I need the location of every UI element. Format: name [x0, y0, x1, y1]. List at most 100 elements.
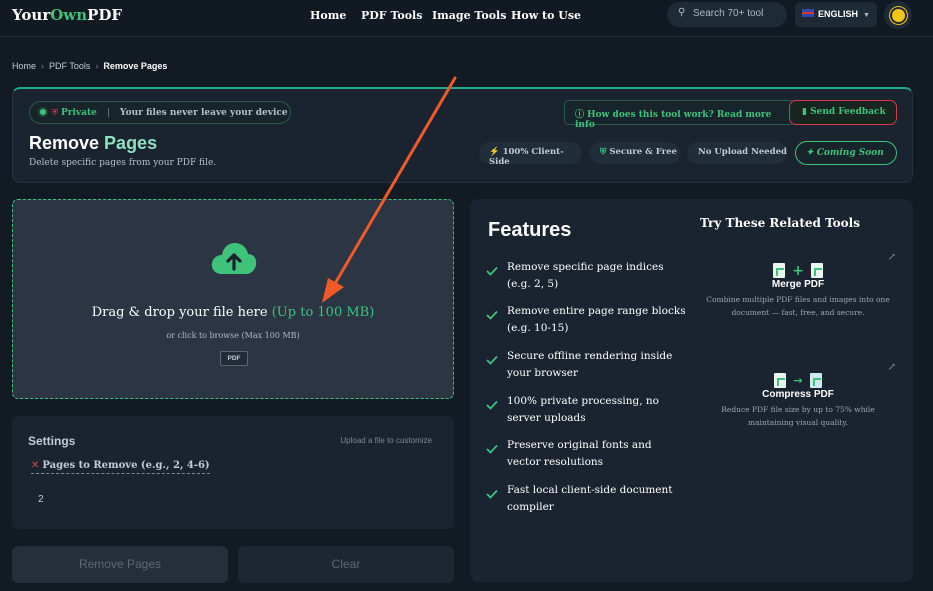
bolt-icon: ⚡: [489, 147, 500, 157]
pdf-file-icon: [810, 263, 823, 278]
related-tool-desc: Reduce PDF file size by up to 75% while …: [721, 405, 875, 427]
external-link-icon: ↗: [887, 362, 896, 373]
badge-client-side-label: 100% Client-Side: [489, 147, 564, 167]
check-icon: [486, 444, 498, 454]
page-title-word-1: Remove: [29, 133, 100, 153]
chat-icon: ▮: [802, 107, 807, 117]
feature-text: Fast local client-side document compiler: [507, 484, 673, 513]
dropzone-limit: (Up to 100 MB): [271, 305, 375, 320]
badge-client-side: ⚡ 100% Client-Side: [479, 142, 582, 167]
search-input[interactable]: ⚲ Search 70+ tool: [667, 2, 787, 27]
badge-secure-label: Secure & Free: [609, 147, 677, 157]
info-icon: ⓘ: [575, 110, 585, 120]
nav-image-tools[interactable]: Image Tools: [432, 9, 506, 22]
pdf-file-icon: [774, 373, 787, 388]
feature-text: Remove entire page range blocks (e.g. 10…: [507, 305, 686, 334]
settings-title: Settings: [28, 434, 76, 448]
external-link-icon: ↗: [887, 252, 896, 263]
feature-text: Remove specific page indices (e.g. 2, 5): [507, 261, 664, 290]
status-dot: [40, 109, 46, 115]
language-select[interactable]: ENGLISH ▼: [795, 2, 877, 27]
shield-check-icon: ⛨: [600, 147, 607, 157]
settings-panel: Settings Upload a file to customize ✕ Pag…: [12, 416, 454, 529]
related-tool-name: Merge PDF: [771, 279, 825, 290]
check-icon: [486, 266, 498, 276]
related-tool-desc: Combine multiple PDF files and images in…: [706, 295, 890, 317]
private-label: Private: [61, 108, 97, 118]
remove-pages-button[interactable]: Remove Pages: [12, 546, 228, 583]
pages-to-remove-input[interactable]: 2: [38, 494, 44, 505]
cloud-upload-icon: [211, 243, 257, 274]
top-navbar: YourOwnPDF Home PDF Tools Image Tools Ho…: [0, 0, 933, 37]
clear-button[interactable]: Clear: [238, 546, 454, 583]
chevron-down-icon: ▼: [863, 12, 870, 19]
badge-no-upload: No Upload Needed: [687, 142, 787, 164]
plus-icon: +: [792, 262, 804, 279]
logo-text-3: PDF: [87, 6, 123, 24]
badge-secure-free: ⛨ Secure & Free: [590, 142, 680, 164]
related-tool-compress-pdf[interactable]: ↗ → Compress PDF Reduce PDF file size by…: [700, 362, 896, 429]
search-placeholder: Search 70+ tool: [693, 8, 764, 19]
close-icon: ✕: [31, 460, 40, 471]
how-it-works-label: How does this tool work? Read more info: [575, 110, 772, 130]
settings-hint: Upload a file to customize: [340, 436, 432, 445]
logo-text-1: Your: [12, 6, 51, 24]
page-title-word-2: Pages: [104, 133, 158, 153]
badge-no-upload-label: No Upload Needed: [698, 147, 787, 157]
how-it-works-link[interactable]: ⓘ How does this tool work? Read more inf…: [564, 100, 795, 130]
file-dropzone[interactable]: Drag & drop your file here (Up to 100 MB…: [12, 199, 454, 399]
sun-icon: [891, 9, 905, 22]
breadcrumb-pdf-tools[interactable]: PDF Tools: [49, 61, 90, 71]
pdf-file-icon: [773, 263, 786, 278]
dropzone-hint: or click to browse (Max 100 MB): [166, 331, 300, 340]
related-tool-name: Compress PDF: [762, 389, 834, 400]
breadcrumb-home[interactable]: Home: [12, 61, 36, 71]
check-icon: [486, 355, 498, 365]
dropzone-title-text: Drag & drop your file here: [91, 305, 268, 320]
accepted-format-chip: PDF: [220, 351, 248, 366]
feature-item: Preserve original fonts and vector resol…: [486, 437, 686, 471]
breadcrumb: Home › PDF Tools › Remove Pages: [12, 61, 167, 71]
dropzone-title: Drag & drop your file here (Up to 100 MB…: [13, 305, 453, 320]
logo-text-2: Own: [50, 6, 88, 24]
feature-text: Preserve original fonts and vector resol…: [507, 439, 652, 468]
divider: |: [106, 108, 110, 118]
breadcrumb-current: Remove Pages: [103, 61, 168, 71]
chevron-right-icon: ›: [95, 61, 99, 71]
check-icon: [486, 400, 498, 410]
theme-toggle-button[interactable]: [884, 1, 912, 29]
shield-icon: ⛨: [52, 108, 58, 117]
rocket-icon: ✦: [806, 148, 814, 158]
privacy-pill: ⛨ Private | Your files never leave your dev…: [29, 101, 291, 124]
related-tools-title: Try These Related Tools: [700, 216, 860, 230]
feature-item: Remove specific page indices (e.g. 2, 5): [486, 259, 686, 293]
chevron-right-icon: ›: [41, 61, 45, 71]
feature-item: Secure offline rendering inside your bro…: [486, 348, 686, 382]
compressed-file-icon: [809, 373, 822, 388]
search-icon: ⚲: [678, 7, 686, 18]
logo[interactable]: YourOwnPDF: [12, 6, 122, 24]
coming-soon-badge: ✦ Coming Soon: [795, 141, 897, 165]
send-feedback-button[interactable]: ▮ Send Feedback: [789, 100, 897, 125]
nav-how-to-use[interactable]: How to Use: [511, 9, 581, 22]
feature-item: 100% private processing, no server uploa…: [486, 393, 686, 427]
nav-pdf-tools[interactable]: PDF Tools: [361, 9, 422, 22]
pages-to-remove-label-text: Pages to Remove (e.g., 2, 4-6): [42, 460, 210, 471]
coming-soon-label: Coming Soon: [816, 148, 884, 158]
related-tool-merge-pdf[interactable]: ↗ + Merge PDF Combine multiple PDF files…: [700, 252, 896, 319]
page-subtitle: Delete specific pages from your PDF file…: [29, 158, 217, 168]
feature-text: Secure offline rendering inside your bro…: [507, 350, 673, 379]
language-label: ENGLISH: [818, 9, 859, 19]
feature-text: 100% private processing, no server uploa…: [507, 395, 659, 424]
features-card: Features Remove specific page indices (e…: [470, 199, 913, 582]
features-title: Features: [488, 219, 572, 241]
arrow-right-icon: →: [793, 374, 803, 387]
nav-home[interactable]: Home: [310, 9, 346, 22]
check-icon: [486, 489, 498, 499]
tool-header-card: ⛨ Private | Your files never leave your dev…: [12, 87, 913, 183]
send-feedback-label: Send Feedback: [810, 107, 886, 117]
feature-item: Remove entire page range blocks (e.g. 10…: [486, 303, 686, 337]
feature-item: Fast local client-side document compiler: [486, 482, 686, 516]
private-desc: Your files never leave your device: [119, 108, 288, 118]
check-icon: [486, 310, 498, 320]
